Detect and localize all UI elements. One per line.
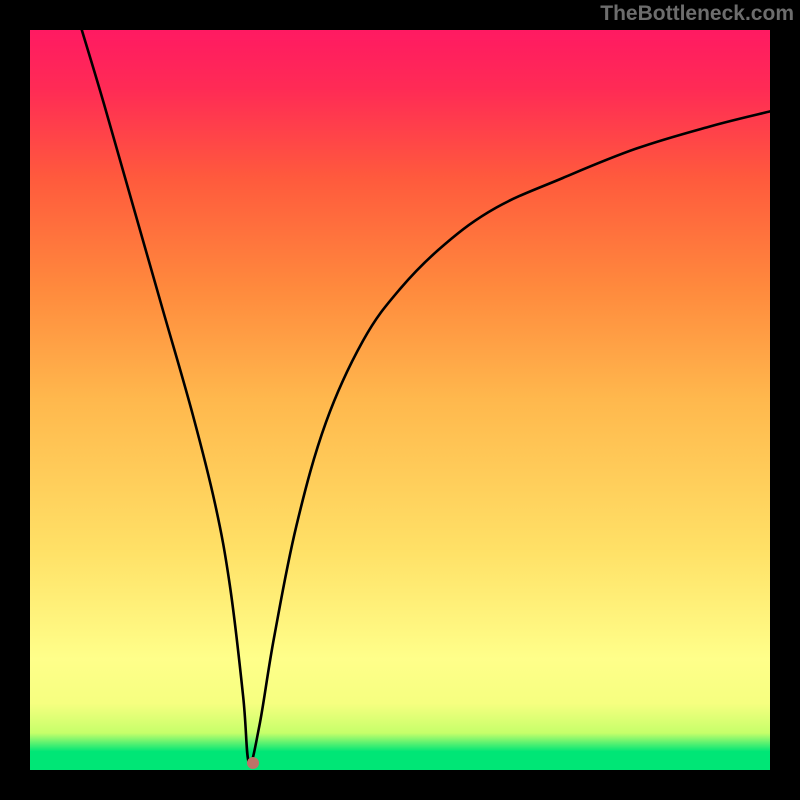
watermark-text: TheBottleneck.com [600, 2, 794, 26]
bottleneck-curve [30, 30, 770, 770]
chart-plot-area [30, 30, 770, 770]
chart-frame: TheBottleneck.com [0, 0, 800, 800]
bottleneck-marker [247, 757, 259, 769]
